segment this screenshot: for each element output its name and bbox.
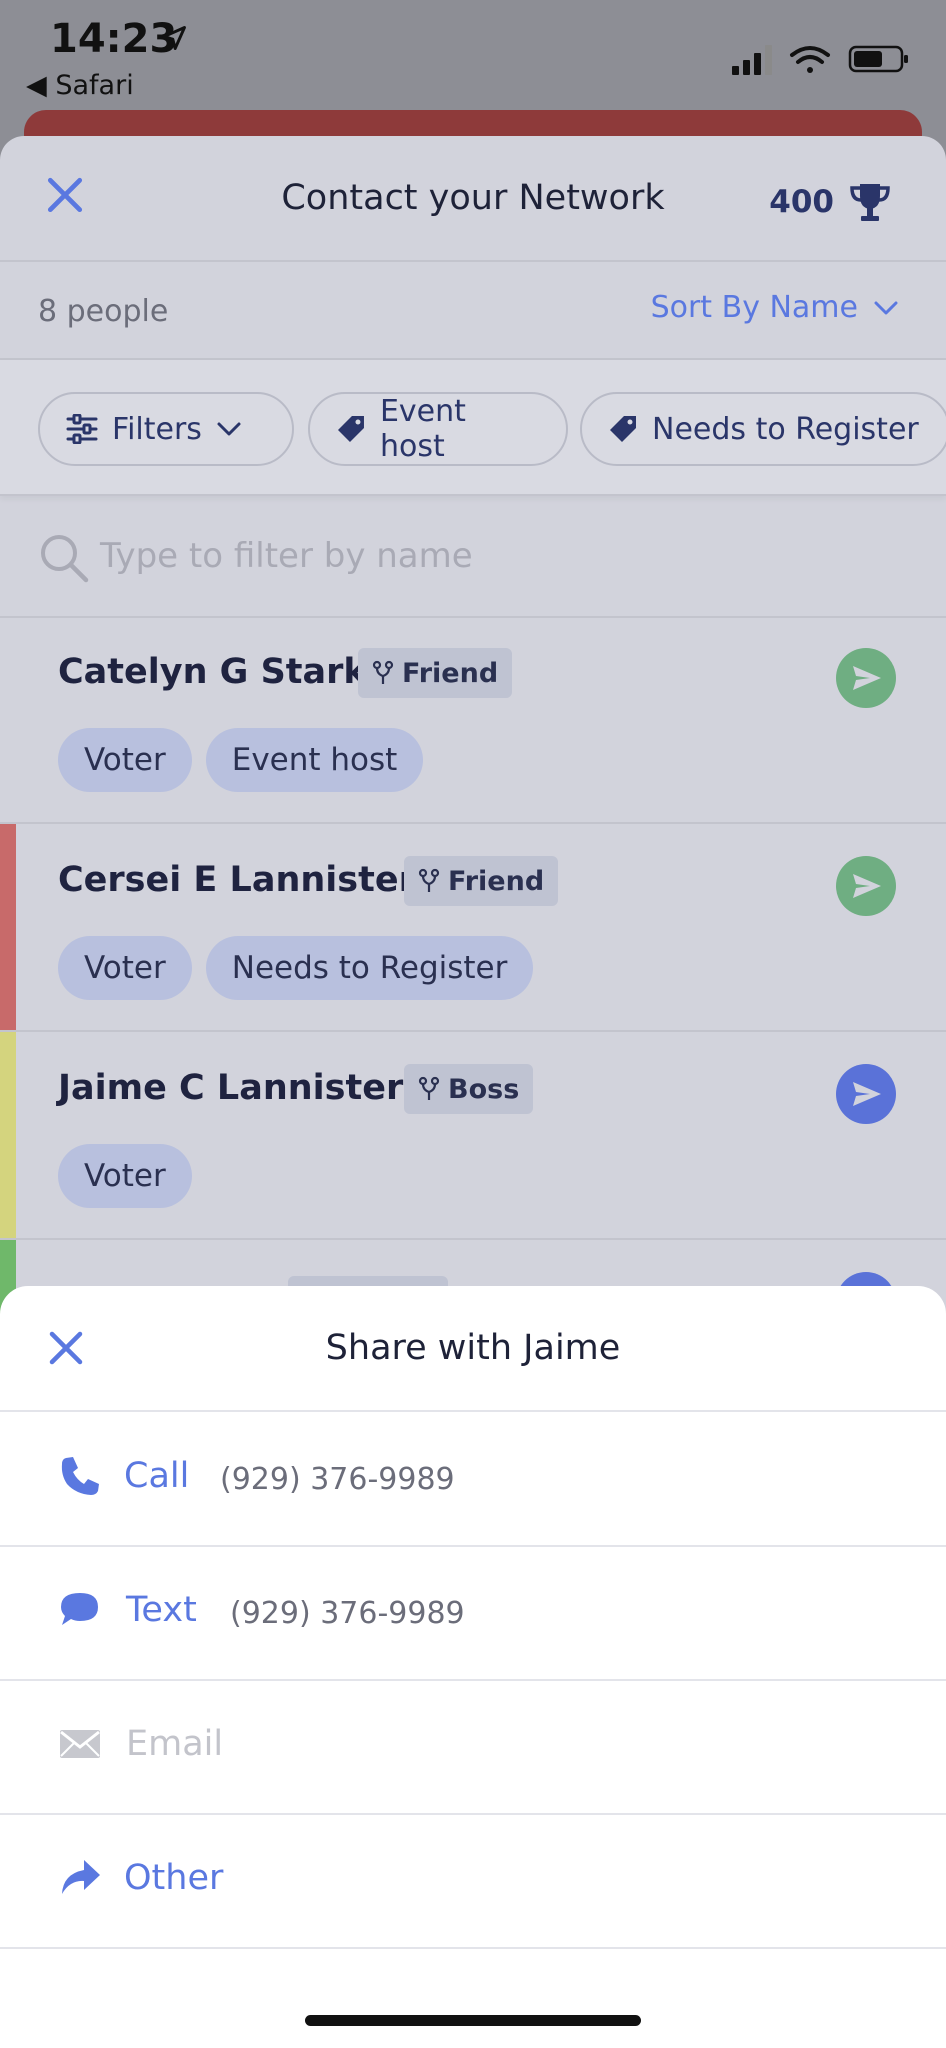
contact-name: Jaime C Lannister (58, 1068, 404, 1108)
tag-pill: Event host (205, 728, 424, 792)
fork-icon (418, 868, 440, 892)
share-title: Share with Jaime (325, 1328, 621, 1368)
search-field[interactable]: Type to filter by name (0, 496, 946, 618)
sliders-icon (66, 414, 98, 444)
contact-row[interactable]: Catelyn G Stark Friend Voter Event host (0, 616, 946, 824)
chip-needs-to-register[interactable]: Needs to Register (580, 392, 946, 466)
contact-row[interactable]: Cersei E Lannister Friend Voter Needs to… (0, 824, 946, 1032)
envelope-icon (60, 1730, 100, 1758)
sort-dropdown[interactable]: Sort By Name (651, 290, 898, 325)
share-arrow-icon (62, 1860, 100, 1894)
search-placeholder: Type to filter by name (100, 536, 473, 576)
send-icon (836, 856, 896, 916)
fork-icon (372, 660, 394, 684)
search-icon (41, 535, 89, 583)
cellular-signal-icon (732, 45, 772, 75)
chat-bubble-icon (61, 1593, 98, 1625)
chevron-down-icon (874, 301, 898, 314)
relation-badge: Friend (358, 648, 513, 698)
contact-row[interactable]: Jaime C Lannister Boss Voter (0, 1032, 946, 1240)
status-color-bar (0, 824, 16, 1030)
contact-name: Catelyn G Stark (58, 652, 367, 692)
relation-badge: Boss (404, 1064, 534, 1114)
share-option-call[interactable]: Call (929) 376-9989 (0, 1412, 946, 1547)
fork-icon (418, 1076, 440, 1100)
back-to-app-link[interactable]: ◀︎ Safari (26, 70, 134, 101)
chip-needs-register-label: Needs to Register (652, 411, 919, 447)
list-meta-bar: 8 people Sort By Name (0, 260, 946, 360)
wifi-icon (790, 46, 830, 73)
chevron-down-icon (217, 422, 241, 436)
relation-label: Boss (448, 1073, 520, 1105)
status-time: 14:23 (50, 16, 178, 62)
back-triangle-icon: ◀︎ (26, 70, 47, 101)
text-phone-number: (929) 376-9989 (230, 1596, 465, 1631)
home-indicator[interactable] (305, 2015, 641, 2026)
send-button[interactable] (836, 1064, 896, 1124)
people-count: 8 people (38, 294, 169, 329)
filters-button[interactable]: Filters (38, 392, 294, 466)
tag-pill: Voter (58, 728, 192, 792)
send-icon (836, 648, 896, 708)
other-label: Other (124, 1858, 224, 1898)
relation-label: Friend (448, 865, 545, 897)
share-option-email[interactable]: Email (0, 1680, 946, 1815)
tag-icon (337, 416, 364, 442)
tag-icon (610, 416, 636, 442)
location-arrow-icon (162, 26, 186, 50)
chip-event-host-label: Event host (379, 394, 466, 464)
phone-icon (61, 1457, 99, 1495)
send-button[interactable] (836, 856, 896, 916)
filter-chip-bar: Filters Event host Needs to Register (0, 360, 946, 496)
send-icon (836, 1064, 896, 1124)
status-color-bar (0, 1032, 16, 1238)
contact-tags: Voter Needs to Register (58, 936, 534, 1000)
filters-label: Filters (112, 411, 202, 447)
relation-label: Friend (402, 657, 499, 689)
battery-icon (848, 45, 908, 73)
sort-label: Sort By Name (650, 290, 858, 325)
call-phone-number: (929) 376-9989 (220, 1462, 455, 1497)
email-label: Email (126, 1724, 224, 1764)
status-color-bar (0, 616, 16, 822)
status-icons (732, 45, 908, 75)
tag-pill: Needs to Register (205, 936, 534, 1000)
text-label: Text (126, 1590, 197, 1630)
trophy-icon (850, 184, 890, 221)
chip-event-host[interactable]: Event host (308, 392, 568, 466)
sheet-header: Contact your Network 400 (0, 136, 946, 262)
share-option-text[interactable]: Text (929) 376-9989 (0, 1546, 946, 1681)
tag-pill: Voter (58, 1144, 192, 1208)
contact-tags: Voter Event host (58, 728, 424, 792)
contact-tags: Voter (58, 1144, 192, 1208)
tag-pill: Voter (58, 936, 192, 1000)
relation-badge: Friend (404, 856, 559, 906)
share-header: Share with Jaime (0, 1286, 946, 1412)
score-badge: 400 (769, 180, 892, 224)
send-button[interactable] (836, 648, 896, 708)
contact-name: Cersei E Lannister (58, 860, 416, 900)
back-app-label: Safari (55, 70, 134, 101)
call-label: Call (124, 1456, 190, 1496)
score-value: 400 (769, 184, 834, 220)
share-sheet: Share with Jaime Call (929) 376-9989 Tex… (0, 1286, 946, 2048)
share-option-other[interactable]: Other (0, 1814, 946, 1949)
